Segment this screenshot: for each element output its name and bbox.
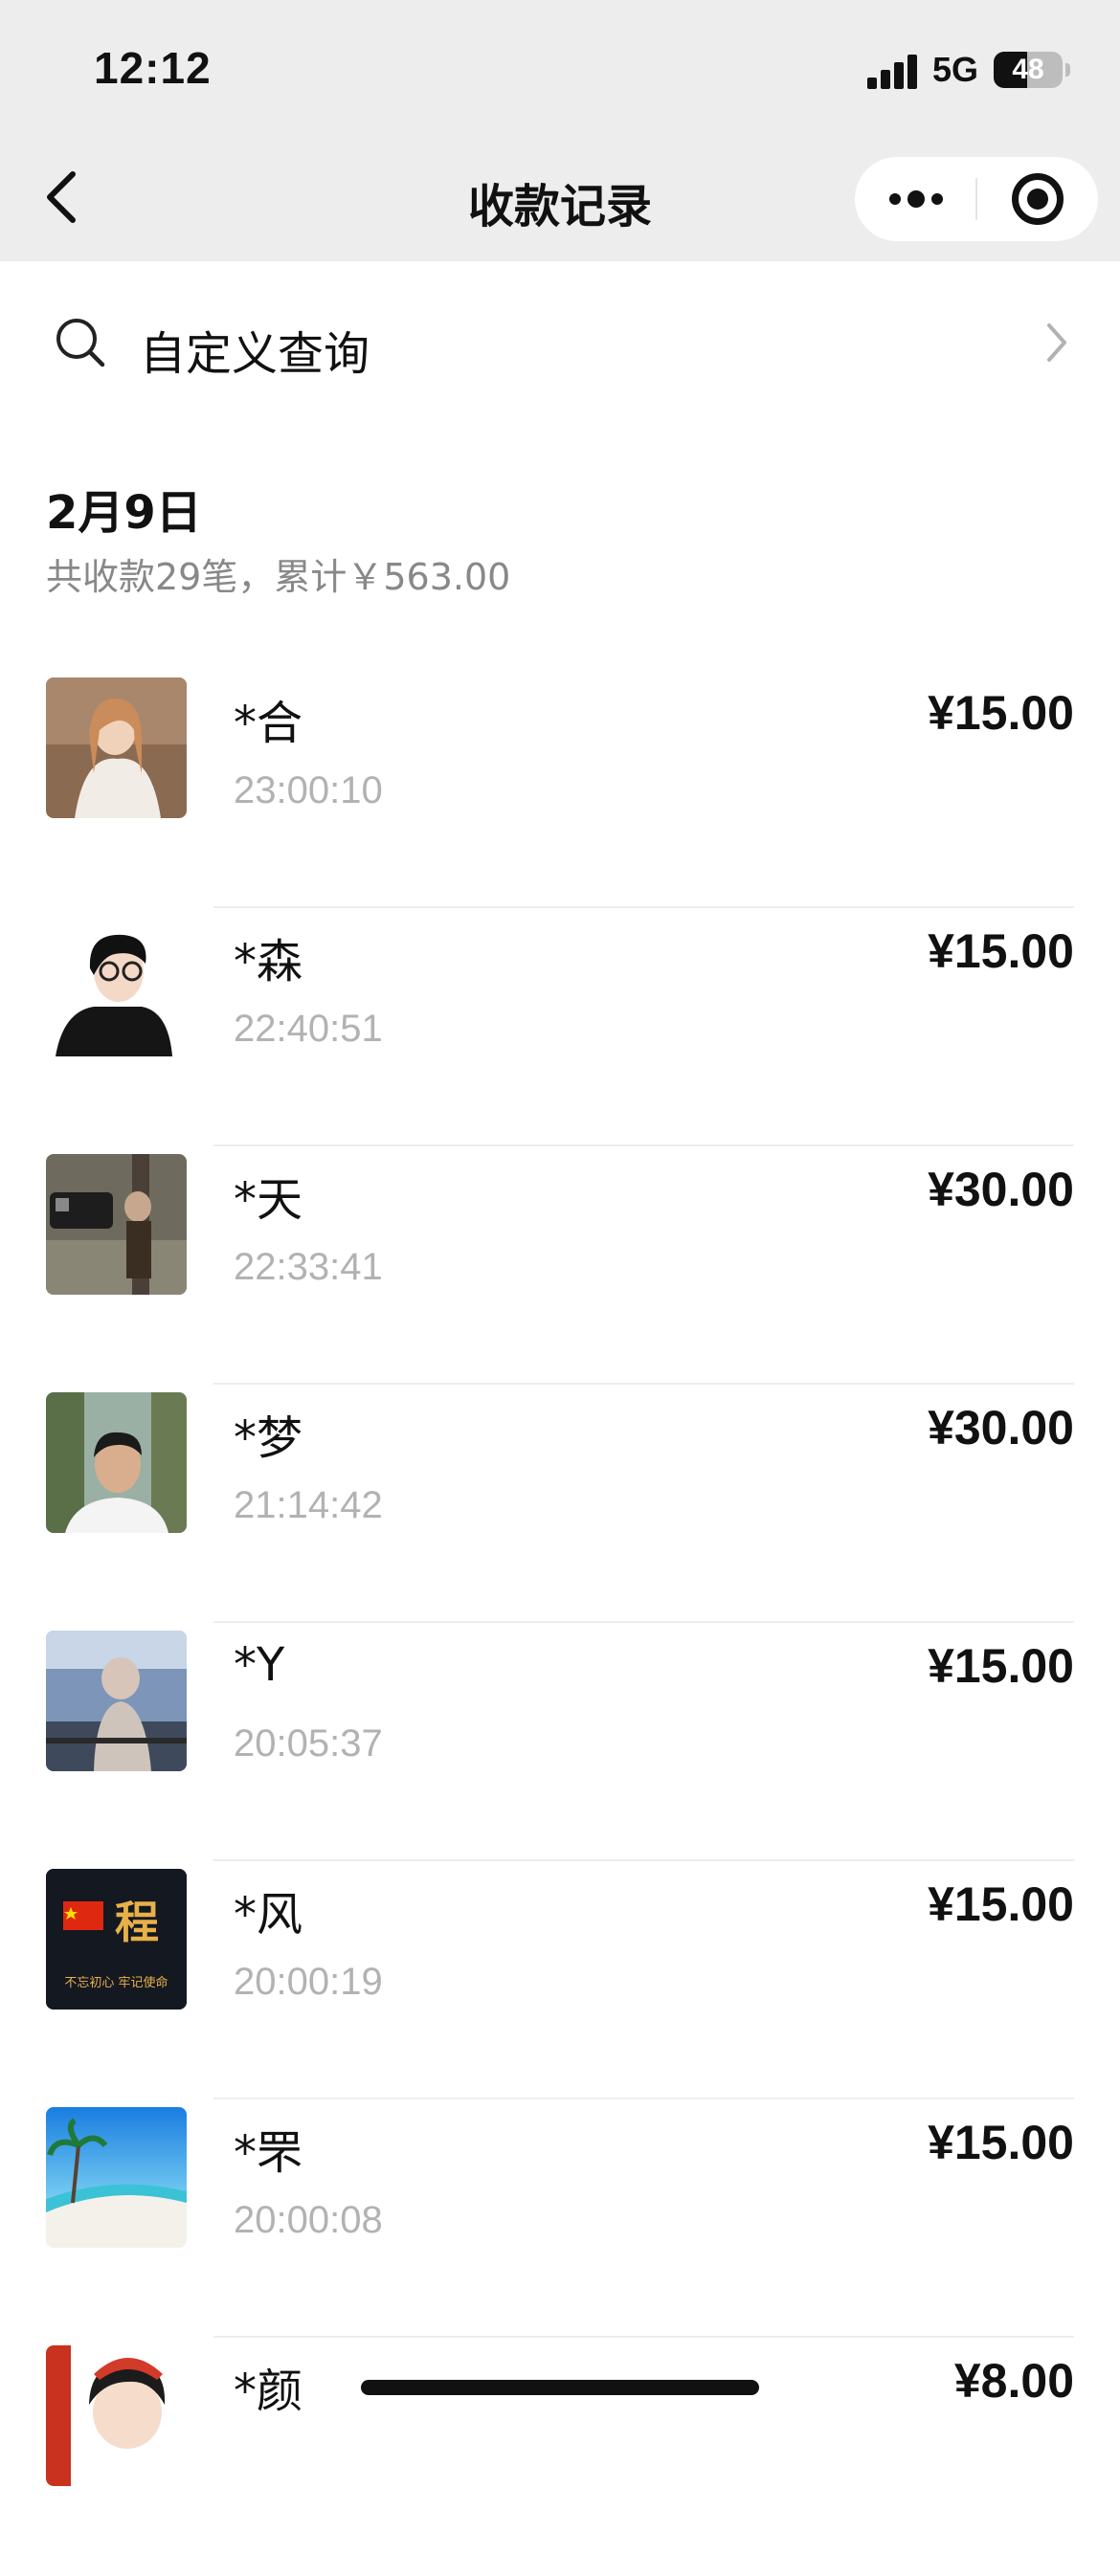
payment-record-row[interactable]: *合 23:00:10 ¥15.00 — [0, 670, 1120, 908]
payment-amount: ¥30.00 — [928, 1163, 1074, 1216]
payment-time: 20:00:19 — [234, 1961, 383, 2003]
avatar — [46, 916, 187, 1056]
avatar — [46, 677, 187, 818]
payment-record-list: *合 23:00:10 ¥15.00 *森 22:40:51 ¥15.00 *天… — [0, 670, 1120, 2576]
payment-record-row[interactable]: *森 22:40:51 ¥15.00 — [0, 908, 1120, 1146]
payment-time: 21:14:42 — [234, 1484, 383, 1526]
date-header: 2月9日 — [46, 486, 202, 540]
custom-query-row[interactable]: 自定义查询 — [0, 287, 1120, 398]
battery-tip — [1065, 63, 1070, 77]
chevron-right-icon — [1047, 323, 1066, 362]
avatar — [46, 1631, 187, 1771]
payment-time: 22:33:41 — [234, 1246, 383, 1288]
avatar — [46, 2107, 187, 2248]
top-bar: 12:12 5G 48 收款记录 — [0, 0, 1120, 261]
payment-amount: ¥30.00 — [928, 1401, 1074, 1455]
payment-record-row[interactable]: *梦 21:14:42 ¥30.00 — [0, 1385, 1120, 1623]
avatar: 程 不忘初心 牢记使命 — [46, 1869, 187, 2010]
payment-record-row[interactable]: *罘 20:00:08 ¥15.00 — [0, 2099, 1120, 2338]
payment-record-row[interactable]: *颜 ¥8.00 — [0, 2338, 1120, 2576]
avatar — [46, 2345, 187, 2486]
avatar — [46, 1392, 187, 1533]
cellular-signal-icon — [867, 55, 919, 89]
avatar — [46, 1154, 187, 1295]
payer-name: *梦 — [234, 1411, 303, 1465]
payer-name: *Y — [234, 1638, 285, 1692]
payer-name: *合 — [234, 697, 303, 750]
network-type: 5G — [932, 50, 979, 89]
payer-name: *森 — [234, 935, 303, 988]
payment-record-row[interactable]: 程 不忘初心 牢记使命 *风 20:00:19 ¥15.00 — [0, 1861, 1120, 2099]
payer-name: *颜 — [234, 2365, 303, 2418]
payer-name: *风 — [234, 1888, 303, 1942]
payment-amount: ¥15.00 — [928, 1877, 1074, 1931]
avatar-subtext: 不忘初心 牢记使命 — [64, 1976, 168, 1990]
payer-name: *天 — [234, 1173, 303, 1227]
close-button[interactable] — [977, 157, 1098, 241]
home-indicator — [361, 2380, 759, 2395]
more-button[interactable] — [855, 157, 975, 241]
daily-summary: 共收款29笔，累计￥563.00 — [46, 556, 511, 598]
payer-name: *罘 — [234, 2126, 303, 2180]
custom-query-label: 自定义查询 — [140, 327, 370, 381]
payment-amount: ¥15.00 — [928, 1639, 1074, 1693]
battery-percent: 48 — [1012, 54, 1044, 85]
payment-amount: ¥15.00 — [928, 686, 1074, 740]
payment-time: 22:40:51 — [234, 1008, 383, 1050]
search-icon — [56, 319, 105, 367]
payment-time: 20:05:37 — [234, 1722, 383, 1765]
payment-time: 20:00:08 — [234, 2199, 383, 2241]
payment-record-row[interactable]: *Y 20:05:37 ¥15.00 — [0, 1623, 1120, 1861]
payment-amount: ¥8.00 — [953, 2354, 1074, 2408]
mini-program-capsule — [855, 157, 1098, 241]
payment-amount: ¥15.00 — [928, 924, 1074, 978]
avatar-text: 程 — [115, 1897, 159, 1948]
status-time: 12:12 — [94, 43, 212, 93]
payment-amount: ¥15.00 — [928, 2116, 1074, 2169]
payment-record-row[interactable]: *天 22:33:41 ¥30.00 — [0, 1146, 1120, 1385]
battery-icon: 48 — [994, 52, 1063, 88]
payment-time: 23:00:10 — [234, 769, 383, 811]
